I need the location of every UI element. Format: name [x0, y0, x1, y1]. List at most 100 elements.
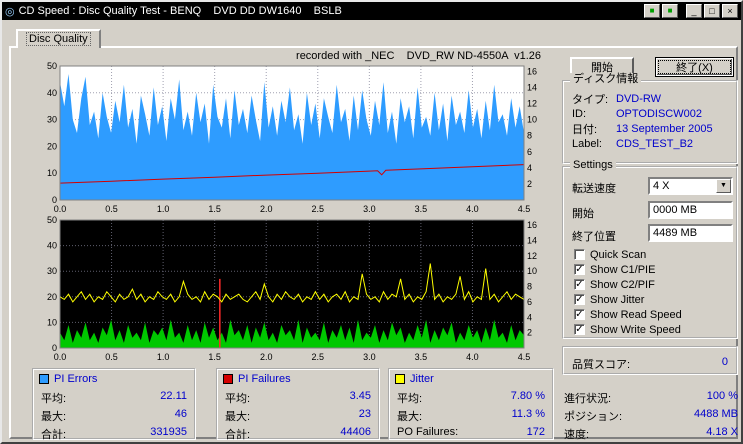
svg-text:16: 16 [527, 220, 537, 230]
checkbox-icon[interactable]: ✓ [574, 324, 585, 335]
quality-score-label: 品質スコア: [572, 356, 630, 372]
svg-text:40: 40 [47, 88, 57, 98]
svg-text:2.5: 2.5 [312, 204, 325, 214]
svg-text:4: 4 [527, 163, 532, 173]
stat-label: 平均: [41, 390, 66, 403]
end-pos-label: 終了位置 [572, 228, 616, 244]
svg-text:4.0: 4.0 [466, 352, 479, 362]
titlebar: ◎ CD Speed : Disc Quality Test - BENQ DV… [2, 2, 741, 20]
svg-text:50: 50 [47, 215, 57, 225]
disc-date-row: 日付: 13 September 2005 [572, 122, 730, 135]
pi-failures-title: PI Failures [238, 373, 291, 385]
pi-failures-stats-header: PI Failures [223, 373, 291, 385]
speed-select[interactable]: 4 X ▼ [648, 177, 733, 195]
stat-label: 平均: [225, 390, 250, 403]
stat-row: 平均: 7.80 % [397, 390, 545, 403]
svg-text:1.5: 1.5 [208, 352, 221, 362]
disc-info-group: ディスク情報 タイプ: DVD-RW ID: OPTODISCW002 日付: … [562, 80, 738, 164]
svg-text:6: 6 [527, 297, 532, 307]
checkbox-icon[interactable]: ✓ [574, 279, 585, 290]
stat-value: 44406 [340, 426, 371, 439]
disc-info-legend: ディスク情報 [570, 73, 641, 85]
stat-label: 最大: [41, 408, 66, 421]
checkbox-icon[interactable] [574, 249, 585, 260]
tab-disc-quality[interactable]: Disc Quality [16, 29, 101, 48]
stat-value: 23 [359, 408, 371, 421]
progress-label: 進行状況: [564, 390, 611, 403]
quality-score-row: 品質スコア: 0 [572, 356, 728, 372]
stat-label: PO Failures: [397, 426, 458, 439]
svg-text:4.5: 4.5 [518, 204, 531, 214]
svg-text:4: 4 [527, 312, 532, 322]
svg-text:20: 20 [47, 292, 57, 302]
titlebar-green-icon-1[interactable]: ■ [644, 4, 660, 18]
svg-text:10: 10 [47, 168, 57, 178]
checkbox-show-read-speed[interactable]: ✓ Show Read Speed [574, 308, 682, 321]
svg-text:40: 40 [47, 241, 57, 251]
checkbox-label: Show Jitter [590, 294, 644, 306]
svg-text:6: 6 [527, 147, 532, 157]
checkbox-show-c2-pif[interactable]: ✓ Show C2/PIF [574, 278, 655, 291]
chevron-down-icon[interactable]: ▼ [716, 179, 731, 193]
main-panel: recorded with _NEC DVD_RW ND-4550A v1.26… [9, 46, 738, 439]
maximize-button[interactable]: □ [704, 4, 720, 18]
svg-text:2: 2 [527, 328, 532, 338]
stat-row: 最大: 46 [41, 408, 187, 421]
checkbox-quick-scan[interactable]: Quick Scan [574, 248, 646, 261]
end-pos-field[interactable]: 4489 MB [648, 224, 733, 242]
settings-group: Settings 転送速度 4 X ▼ 開始 0000 MB 終了位置 4489… [562, 166, 738, 339]
checkbox-show-c1-pie[interactable]: ✓ Show C1/PIE [574, 263, 655, 276]
speed-value: 4 X [650, 180, 716, 192]
titlebar-buttons: ■ ■ _ □ × [644, 4, 738, 18]
progress-value: 100 % [707, 390, 738, 403]
checkbox-label: Quick Scan [590, 249, 646, 261]
checkbox-icon[interactable]: ✓ [574, 264, 585, 275]
svg-text:1.0: 1.0 [157, 204, 170, 214]
close-button[interactable]: × [722, 4, 738, 18]
jitter-title: Jitter [410, 373, 434, 385]
checkbox-show-jitter[interactable]: ✓ Show Jitter [574, 293, 644, 306]
svg-text:12: 12 [527, 251, 537, 261]
svg-text:0.5: 0.5 [105, 352, 118, 362]
checkbox-icon[interactable]: ✓ [574, 294, 585, 305]
disc-id-value: OPTODISCW002 [616, 108, 730, 120]
jitter-stats-box: Jitter 平均: 7.80 % 最大: 11.3 % PO Failures… [388, 368, 554, 440]
svg-text:50: 50 [47, 61, 57, 71]
position-row: ポジション: 4488 MB [564, 408, 738, 421]
checkbox-label: Show Read Speed [590, 309, 682, 321]
disc-date-label: 日付: [572, 121, 616, 137]
app-icon: ◎ [5, 5, 15, 18]
titlebar-green-icon-2[interactable]: ■ [662, 4, 678, 18]
checkbox-icon[interactable]: ✓ [574, 309, 585, 320]
pi-errors-title: PI Errors [54, 373, 97, 385]
svg-text:2.0: 2.0 [260, 352, 273, 362]
svg-text:16: 16 [527, 66, 537, 76]
stat-row: 最大: 23 [225, 408, 371, 421]
svg-text:3.5: 3.5 [415, 352, 428, 362]
svg-text:20: 20 [47, 141, 57, 151]
exit-button[interactable]: 終了(X) [655, 57, 734, 77]
speed-row-label: 速度: [564, 426, 589, 439]
pif-jitter-chart: 010203040501614121086420.00.51.01.52.02.… [34, 214, 550, 364]
progress-row: 進行状況: 100 % [564, 390, 738, 403]
pi-failures-swatch-icon [223, 374, 233, 384]
pi-errors-swatch-icon [39, 374, 49, 384]
stat-row: 平均: 3.45 [225, 390, 371, 403]
disc-type-value: DVD-RW [616, 93, 730, 105]
start-pos-field[interactable]: 0000 MB [648, 201, 733, 219]
stat-value: 11.3 % [512, 408, 545, 421]
speed-row: 速度: 4.18 X [564, 426, 738, 439]
pie-errors-chart: 010203040501614121086420.00.51.01.52.02.… [34, 60, 550, 216]
svg-text:4.5: 4.5 [518, 352, 531, 362]
quality-score-group: 品質スコア: 0 [562, 346, 738, 375]
svg-text:3.5: 3.5 [415, 204, 428, 214]
checkbox-show-write-speed[interactable]: ✓ Show Write Speed [574, 323, 681, 336]
checkbox-label: Show C1/PIE [590, 264, 655, 276]
checkbox-label: Show Write Speed [590, 324, 681, 336]
stat-row: 平均: 22.11 [41, 390, 187, 403]
stat-row: 合計: 331935 [41, 426, 187, 439]
disc-id-label: ID: [572, 108, 616, 120]
minimize-button[interactable]: _ [686, 4, 702, 18]
svg-text:4.0: 4.0 [466, 204, 479, 214]
svg-text:0.0: 0.0 [54, 352, 67, 362]
